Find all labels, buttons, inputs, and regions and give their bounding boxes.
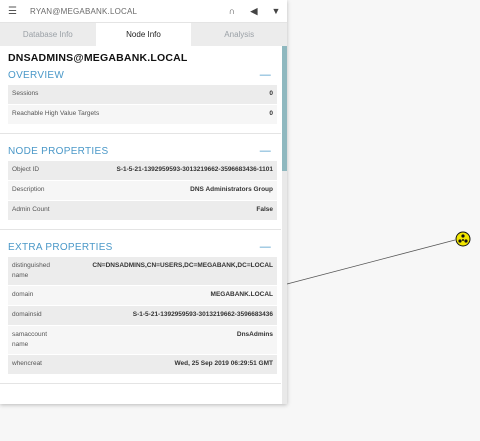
extra-properties-section: EXTRA PROPERTIES — distinguishedname CN=… xyxy=(0,238,281,384)
overview-header[interactable]: OVERVIEW — xyxy=(0,66,281,85)
tab-node-info[interactable]: Node Info xyxy=(95,23,192,46)
table-row: Object ID S-1-5-21-1392959593-3013219662… xyxy=(8,161,277,181)
tab-bar: Database Info Node Info Analysis xyxy=(0,23,287,46)
collapse-icon[interactable]: — xyxy=(260,69,271,81)
row-value: DnsAdmins xyxy=(236,331,273,338)
row-value: Wed, 25 Sep 2019 06:29:51 GMT xyxy=(174,360,273,367)
table-row: Admin Count False xyxy=(8,201,277,221)
overview-section: OVERVIEW — Sessions 0 Reachable High Val… xyxy=(0,66,281,134)
node-properties-table: Object ID S-1-5-21-1392959593-3013219662… xyxy=(8,161,277,221)
row-value: False xyxy=(256,206,273,213)
row-value: CN=DNSADMINS,CN=USERS,DC=MEGABANK,DC=LOC… xyxy=(92,262,273,269)
extra-properties-header[interactable]: EXTRA PROPERTIES — xyxy=(0,238,281,257)
graph-edge[interactable] xyxy=(286,239,456,285)
tab-analysis[interactable]: Analysis xyxy=(191,23,287,46)
row-value: 0 xyxy=(269,110,273,117)
extra-properties-table: distinguishedname CN=DNSADMINS,CN=USERS,… xyxy=(8,257,277,375)
table-row: Description DNS Administrators Group xyxy=(8,181,277,201)
row-label: Admin Count xyxy=(12,206,50,213)
menu-icon[interactable]: ☰ xyxy=(8,6,22,17)
row-value: 0 xyxy=(269,90,273,97)
row-label: distinguishedname xyxy=(12,262,50,279)
table-row: domain MEGABANK.LOCAL xyxy=(8,286,277,306)
collapse-icon[interactable]: — xyxy=(260,145,271,157)
node-info-panel: ☰ RYAN@MEGABANK.LOCAL ∩ ◀ ▼ Database Inf… xyxy=(0,0,287,404)
section-heading: EXTRA PROPERTIES xyxy=(8,241,113,253)
search-input[interactable]: RYAN@MEGABANK.LOCAL xyxy=(30,7,221,16)
node-info-content[interactable]: DNSADMINS@MEGABANK.LOCAL OVERVIEW — Sess… xyxy=(0,46,281,404)
row-label: whencreat xyxy=(12,360,42,367)
row-label: domainsid xyxy=(12,311,42,318)
back-icon[interactable]: ◀ xyxy=(243,6,265,17)
section-heading: NODE PROPERTIES xyxy=(8,145,109,157)
panel-scrollbar[interactable] xyxy=(282,46,287,404)
row-label: samaccountname xyxy=(12,331,48,348)
pathfinding-icon[interactable]: ∩ xyxy=(221,6,243,16)
row-value: S-1-5-21-1392959593-3013219662-359668343… xyxy=(132,311,273,318)
node-properties-header[interactable]: NODE PROPERTIES — xyxy=(0,142,281,161)
row-label: Description xyxy=(12,186,45,193)
table-row: samaccountname DnsAdmins xyxy=(8,326,277,355)
node-properties-section: NODE PROPERTIES — Object ID S-1-5-21-139… xyxy=(0,142,281,230)
row-label: domain xyxy=(12,291,34,298)
filter-icon[interactable]: ▼ xyxy=(265,6,287,16)
row-value: MEGABANK.LOCAL xyxy=(210,291,273,298)
scrollbar-thumb[interactable] xyxy=(282,46,287,171)
top-bar: ☰ RYAN@MEGABANK.LOCAL ∩ ◀ ▼ xyxy=(0,0,287,23)
table-row: domainsid S-1-5-21-1392959593-3013219662… xyxy=(8,306,277,326)
row-label: Sessions xyxy=(12,90,39,97)
tab-database-info[interactable]: Database Info xyxy=(0,23,96,46)
collapse-icon[interactable]: — xyxy=(260,241,271,253)
row-value: S-1-5-21-1392959593-3013219662-359668343… xyxy=(116,166,274,173)
row-value: DNS Administrators Group xyxy=(190,186,273,193)
table-row: whencreat Wed, 25 Sep 2019 06:29:51 GMT xyxy=(8,355,277,375)
overview-table: Sessions 0 Reachable High Value Targets … xyxy=(8,85,277,125)
row-label: Reachable High Value Targets xyxy=(12,110,100,117)
node-title: DNSADMINS@MEGABANK.LOCAL xyxy=(8,52,188,64)
graph-node-group-icon[interactable] xyxy=(455,231,471,247)
section-heading: OVERVIEW xyxy=(8,69,65,81)
table-row: distinguishedname CN=DNSADMINS,CN=USERS,… xyxy=(8,257,277,286)
table-row[interactable]: Sessions 0 xyxy=(8,85,277,105)
table-row[interactable]: Reachable High Value Targets 0 xyxy=(8,105,277,125)
row-label: Object ID xyxy=(12,166,40,173)
